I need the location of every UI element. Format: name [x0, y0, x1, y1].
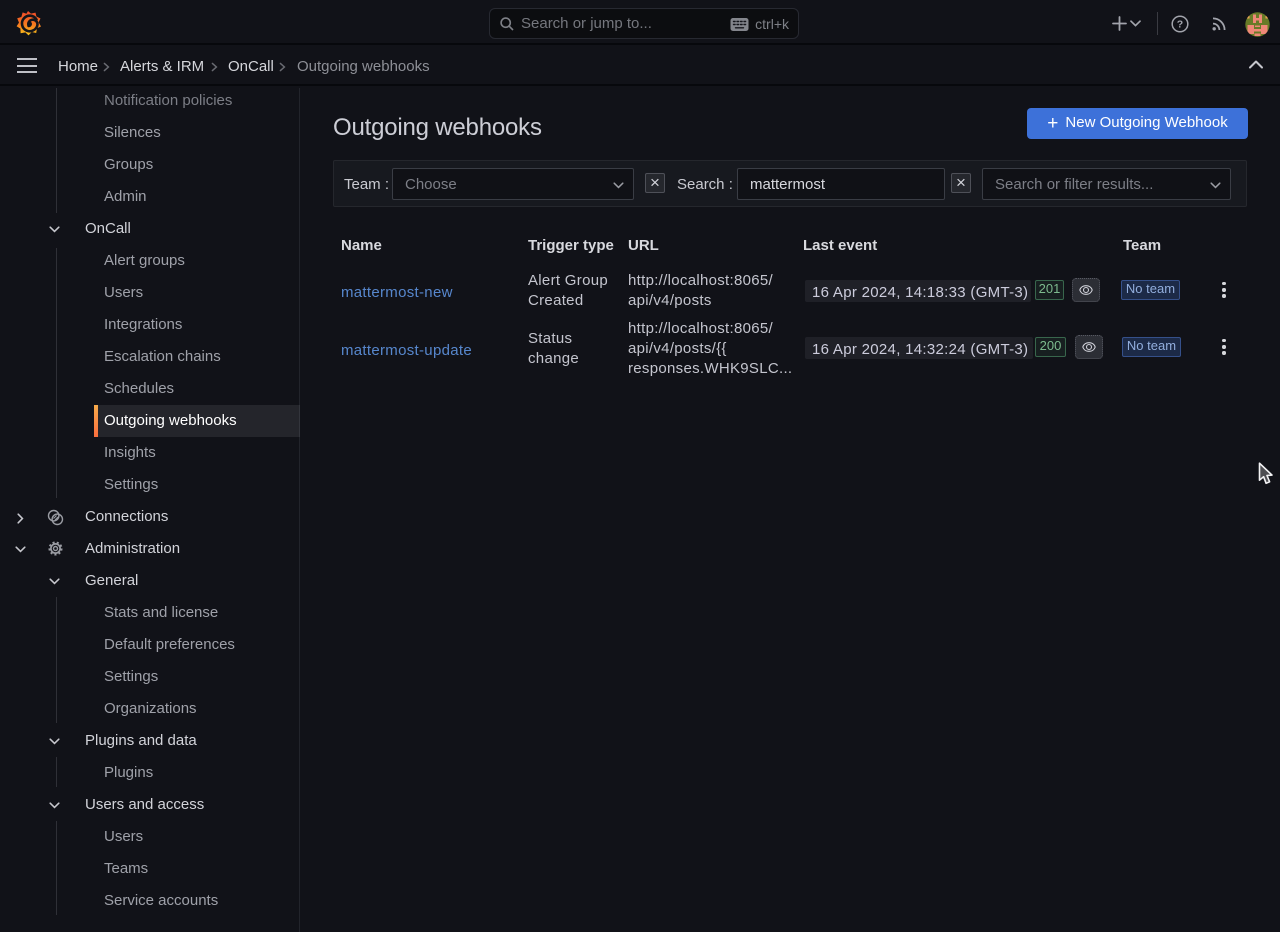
svg-text:?: ?	[1177, 19, 1183, 31]
